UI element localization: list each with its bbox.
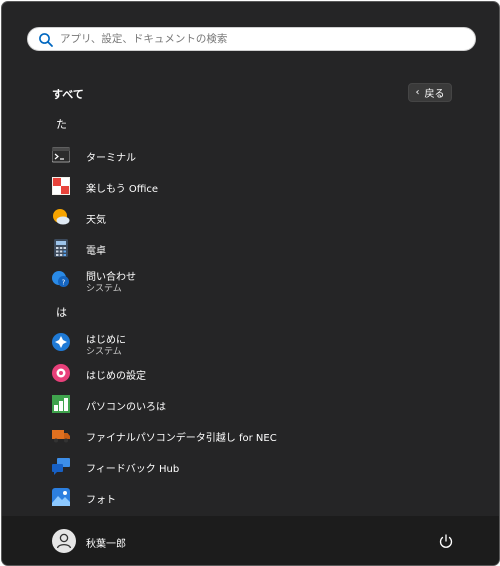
app-item-calculator[interactable]: 電卓 [48, 234, 460, 262]
app-item-first-settings[interactable]: はじめの設定 [48, 359, 460, 387]
user-avatar[interactable] [52, 529, 76, 553]
office-icon [52, 177, 70, 195]
app-name: ターミナル [86, 153, 136, 164]
app-item-get-started[interactable]: はじめに システム [48, 328, 460, 357]
app-name: パソコンのいろは [86, 402, 166, 413]
app-item-get-help[interactable]: ? 問い合わせ システム [48, 265, 460, 294]
app-item-weather[interactable]: 天気 [48, 203, 460, 231]
get-started-icon [52, 333, 70, 351]
app-item-feedback-hub[interactable]: フィードバック Hub [48, 452, 460, 480]
app-name: 電卓 [86, 246, 106, 257]
app-item-office[interactable]: 楽しもう Office [48, 172, 460, 200]
search-input[interactable] [60, 30, 460, 48]
weather-icon [53, 209, 70, 225]
group-letter-ta[interactable]: た [56, 116, 67, 132]
photos-icon [52, 488, 70, 506]
first-settings-icon [52, 364, 70, 382]
app-name: フィードバック Hub [86, 464, 180, 475]
svg-text:?: ? [62, 279, 66, 287]
feedback-hub-icon [52, 458, 70, 475]
app-item-iroha[interactable]: パソコンのいろは [48, 390, 460, 418]
app-name: フォト [86, 495, 116, 506]
chevron-left-icon: ‹ [415, 87, 420, 98]
data-transfer-truck-icon [52, 430, 70, 443]
back-button[interactable]: ‹ 戻る [408, 83, 452, 102]
start-menu: すべて ‹ 戻る た ターミナル 楽しもう Office 天気 [1, 1, 500, 566]
app-item-photos[interactable]: フォト [48, 483, 460, 511]
app-item-data-transfer[interactable]: ファイナルパソコンデータ引越し for NEC [48, 421, 460, 449]
user-icon [56, 533, 72, 549]
iroha-icon [52, 395, 70, 413]
search-box[interactable] [27, 27, 476, 51]
power-icon[interactable] [438, 533, 454, 549]
search-icon [39, 33, 53, 47]
get-help-icon: ? [52, 271, 69, 287]
app-item-terminal[interactable]: ターミナル [48, 141, 460, 169]
app-subtitle: システム [86, 284, 122, 294]
app-name: ファイナルパソコンデータ引越し for NEC [86, 433, 277, 444]
back-button-label: 戻る [424, 89, 445, 100]
terminal-icon [52, 147, 70, 163]
user-name[interactable]: 秋葉一郎 [86, 535, 126, 550]
start-footer: 秋葉一郎 [2, 516, 499, 565]
app-name: 天気 [86, 215, 106, 226]
all-apps-title: すべて [52, 88, 84, 101]
app-subtitle: システム [86, 347, 122, 357]
app-name: 楽しもう Office [86, 184, 159, 195]
calculator-icon [54, 239, 68, 257]
app-name: はじめの設定 [86, 371, 146, 382]
group-letter-ha[interactable]: は [56, 304, 67, 320]
